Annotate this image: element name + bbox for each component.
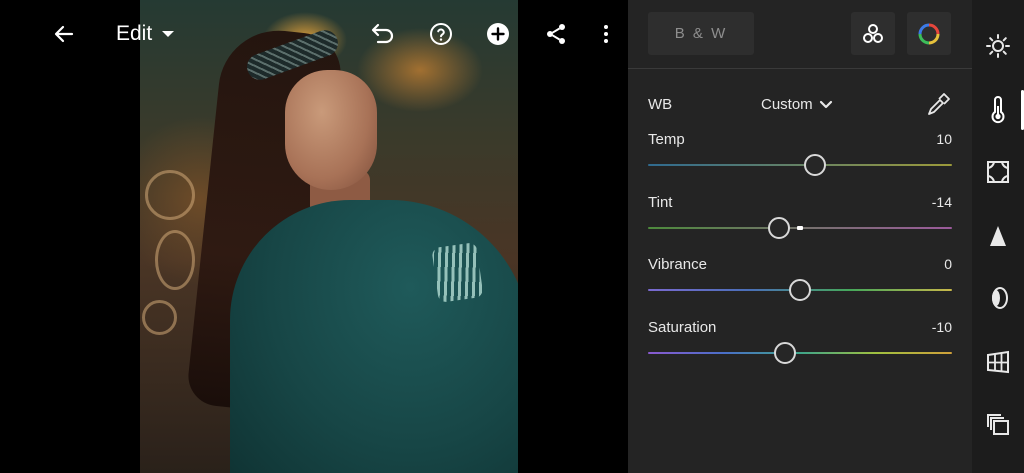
optics-icon[interactable] (984, 284, 1012, 312)
vibrance-value: 0 (944, 256, 952, 272)
tint-default-marker (796, 226, 803, 230)
edit-tools-rail (972, 0, 1024, 473)
black-white-label: B & W (674, 25, 728, 42)
light-icon[interactable] (984, 32, 1012, 60)
panel-divider (628, 68, 972, 69)
tint-slider[interactable]: Tint -14 (648, 194, 952, 244)
back-arrow-icon[interactable] (50, 20, 78, 48)
vibrance-label: Vibrance (648, 256, 707, 273)
undo-icon[interactable] (368, 20, 396, 48)
white-balance-dropdown[interactable]: Custom (761, 96, 833, 113)
edit-mode-label: Edit (116, 22, 153, 45)
vibrance-thumb[interactable] (789, 279, 811, 301)
eyedropper-icon[interactable] (925, 92, 951, 118)
white-balance-label: WB (648, 96, 673, 113)
saturation-slider[interactable]: Saturation -10 (648, 319, 952, 369)
help-icon[interactable] (427, 20, 455, 48)
temp-value: 10 (936, 131, 952, 147)
color-panel: B & W WB Custom Temp 10 Tint -14 Vibranc… (628, 0, 972, 473)
saturation-track[interactable] (648, 352, 952, 354)
tint-thumb[interactable] (767, 217, 790, 239)
geometry-icon[interactable] (984, 348, 1012, 376)
subject-face (285, 70, 377, 190)
color-mixer-icon (863, 23, 883, 43)
background-ornament (155, 230, 195, 290)
add-icon[interactable] (484, 20, 512, 48)
background-ornament (145, 170, 195, 220)
saturation-value: -10 (931, 319, 952, 335)
photo-canvas[interactable] (0, 0, 628, 473)
temp-slider[interactable]: Temp 10 (648, 131, 952, 181)
black-white-button[interactable]: B & W (648, 12, 754, 55)
tint-label: Tint (648, 194, 673, 211)
subject-sweater (230, 200, 518, 473)
chevron-down-icon (819, 100, 832, 108)
background-ornament (142, 300, 177, 335)
sweater-print (431, 242, 484, 303)
caret-down-icon (162, 31, 175, 37)
edit-mode-dropdown[interactable]: Edit (116, 20, 175, 48)
saturation-label: Saturation (648, 319, 717, 336)
more-icon[interactable] (592, 20, 620, 48)
mixer-button[interactable] (851, 12, 895, 55)
temp-track[interactable] (648, 164, 952, 166)
color-temperature-icon[interactable] (984, 96, 1012, 124)
photo[interactable] (140, 0, 518, 473)
tint-value: -14 (931, 194, 952, 210)
temp-label: Temp (648, 131, 685, 148)
saturation-thumb[interactable] (773, 342, 796, 364)
vibrance-slider[interactable]: Vibrance 0 (648, 256, 952, 306)
share-icon[interactable] (542, 20, 570, 48)
color-wheel-icon (918, 23, 940, 44)
temp-thumb[interactable] (804, 154, 827, 176)
detail-icon[interactable] (984, 222, 1012, 250)
versions-icon[interactable] (984, 411, 1012, 439)
effects-icon[interactable] (984, 158, 1012, 186)
white-balance-value: Custom (761, 96, 813, 113)
color-grading-button[interactable] (907, 12, 951, 55)
